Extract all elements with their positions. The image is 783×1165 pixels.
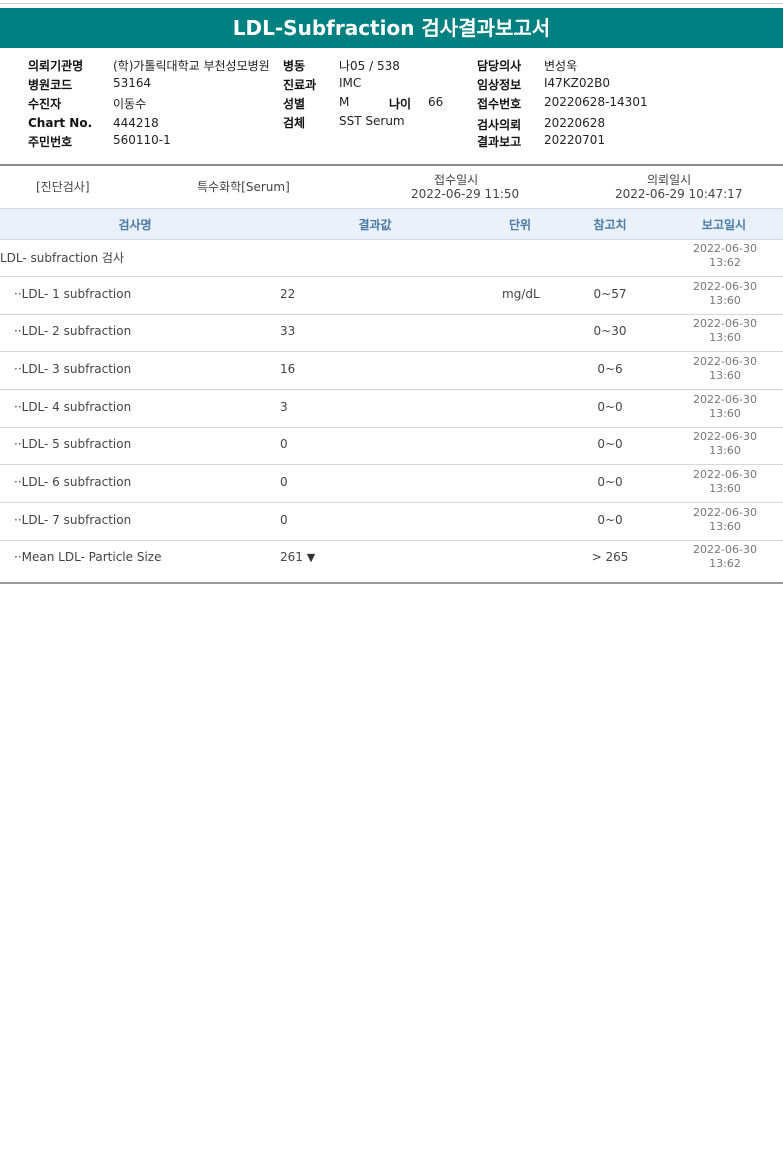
ward-value: 나05 / 538	[339, 59, 400, 73]
top-border	[0, 3, 783, 4]
received-value: 2022-06-29 11:50	[411, 187, 520, 201]
chart-label: Chart No.	[28, 116, 93, 130]
reference-value: 0~0	[597, 437, 623, 451]
accession-label: 접수번호	[477, 97, 522, 111]
table-bottom-border	[0, 582, 783, 584]
accession-value: 20220628-14301	[544, 95, 648, 109]
table-row: ··LDL- 4 subfraction 3 0~0 2022-06-30 13:…	[0, 390, 783, 428]
age-label: 나이	[389, 97, 412, 111]
low-flag-icon: ▼	[306, 551, 316, 564]
result-value: 16	[280, 362, 296, 376]
patient-value: 이동수	[113, 97, 147, 111]
report-date: 2022-06-30 13:62	[693, 242, 757, 269]
table-row: ··LDL- 2 subfraction 33 0~30 2022-06-30 1…	[0, 314, 783, 352]
ward-label: 병동	[283, 59, 306, 73]
test-name: ··Mean LDL- Particle Size	[14, 550, 162, 564]
ssn-value: 560110-1	[113, 133, 171, 147]
result-value: 0	[280, 475, 288, 489]
result-value: 22	[280, 287, 296, 301]
col-report-date: 보고일시	[701, 218, 747, 232]
requested-value: 2022-06-29 10:47:17	[615, 187, 743, 201]
report-date: 2022-06-30 13:60	[693, 280, 757, 307]
result-value: 0	[280, 437, 288, 451]
table-row: ··LDL- 7 subfraction 0 0~0 2022-06-30 13:…	[0, 503, 783, 541]
table-row: ··LDL- 3 subfraction 16 0~6 2022-06-30 13…	[0, 352, 783, 390]
report-date: 2022-06-30 13:60	[693, 317, 757, 344]
dept-value: IMC	[339, 76, 362, 90]
report-date: 2022-06-30 13:60	[693, 355, 757, 382]
section-text: 특수화학[Serum]	[197, 180, 290, 194]
result-value: 261 ▼	[280, 550, 316, 564]
reference-value: 0~30	[593, 324, 627, 338]
reference-value: 0~0	[597, 513, 623, 527]
report-date: 2022-06-30 13:60	[693, 430, 757, 457]
result-value: 0	[280, 513, 288, 527]
clinical-value: I47KZ02B0	[544, 76, 611, 90]
hospcode-label: 병원코드	[28, 78, 73, 92]
patient-label: 수진자	[28, 97, 62, 111]
col-test-name: 검사명	[118, 218, 152, 232]
test-name: LDL- subfraction 검사	[0, 251, 125, 265]
received-label: 접수일시	[434, 173, 479, 187]
test-name: ··LDL- 7 subfraction	[14, 513, 132, 527]
reference-value: 0~0	[597, 475, 623, 489]
result-value: 33	[280, 324, 296, 338]
report-date: 2022-06-30 13:60	[693, 468, 757, 495]
result-value: 3	[280, 400, 288, 414]
institution-value: (학)가톨릭대학교 부천성모병원	[113, 59, 270, 73]
test-name: ··LDL- 3 subfraction	[14, 362, 132, 376]
reference-value: 0~6	[597, 362, 623, 376]
report-title: LDL-Subfraction 검사결과보고서	[0, 8, 783, 48]
results-table-header: 검사명 결과값 단위 참고치 보고일시	[0, 208, 783, 240]
table-row: ··Mean LDL- Particle Size 261 ▼ > 265 20…	[0, 540, 783, 577]
institution-label: 의뢰기관명	[28, 59, 84, 73]
reportdate-label: 결과보고	[477, 135, 522, 149]
report-date: 2022-06-30 13:62	[693, 543, 757, 570]
sex-value: M	[339, 95, 350, 109]
category-text: [진단검사]	[36, 180, 90, 194]
test-name: ··LDL- 5 subfraction	[14, 437, 132, 451]
sex-label: 성별	[283, 97, 306, 111]
age-value: 66	[428, 95, 444, 109]
clinical-label: 임상정보	[477, 78, 522, 92]
unit-value: mg/dL	[502, 287, 540, 301]
requested-label: 의뢰일시	[647, 173, 692, 187]
test-name: ··LDL- 1 subfraction	[14, 287, 132, 301]
requestdate-label: 검사의뢰	[477, 118, 522, 132]
test-name: ··LDL- 2 subfraction	[14, 324, 132, 338]
ssn-label: 주민번호	[28, 135, 73, 149]
chart-value: 444218	[113, 116, 159, 130]
test-name: ··LDL- 4 subfraction	[14, 400, 132, 414]
reference-value: 0~0	[597, 400, 623, 414]
requestdate-value: 20220628	[544, 116, 606, 130]
reference-value: 0~57	[593, 287, 627, 301]
report-date: 2022-06-30 13:60	[693, 506, 757, 533]
table-row: ··LDL- 5 subfraction 0 0~0 2022-06-30 13:…	[0, 427, 783, 465]
table-row: LDL- subfraction 검사 2022-06-30 13:62	[0, 239, 783, 277]
specimen-value: SST Serum	[339, 114, 405, 128]
header-divider	[0, 164, 783, 166]
reportdate-value: 20220701	[544, 133, 606, 147]
table-row: ··LDL- 1 subfraction 22 mg/dL 0~57 2022-…	[0, 277, 783, 315]
dept-label: 진료과	[283, 78, 317, 92]
hospcode-value: 53164	[113, 76, 152, 90]
doctor-value: 변성욱	[544, 59, 578, 73]
report-date: 2022-06-30 13:60	[693, 393, 757, 420]
col-reference: 참고치	[593, 218, 627, 232]
table-row: ··LDL- 6 subfraction 0 0~0 2022-06-30 13:…	[0, 465, 783, 503]
col-result: 결과값	[358, 218, 392, 232]
reference-value: > 265	[591, 550, 629, 564]
col-unit: 단위	[508, 218, 532, 232]
test-name: ··LDL- 6 subfraction	[14, 475, 132, 489]
specimen-label: 검체	[283, 116, 306, 130]
doctor-label: 담당의사	[477, 59, 522, 73]
